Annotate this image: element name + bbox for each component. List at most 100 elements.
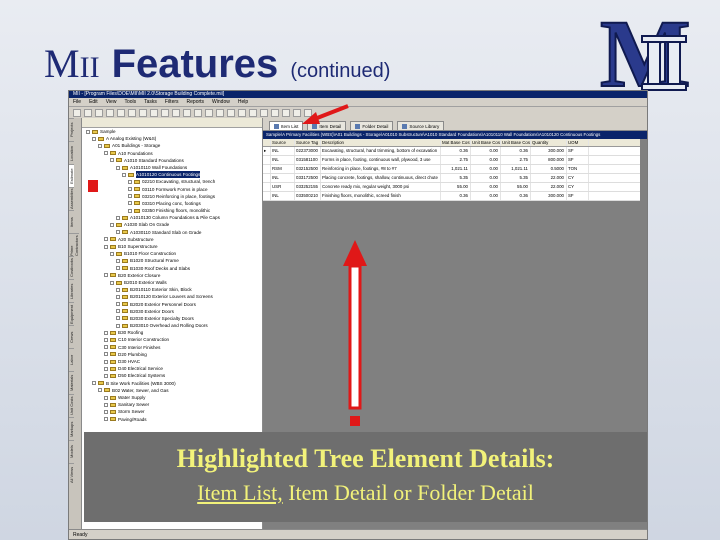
menu-file[interactable]: File: [73, 99, 81, 105]
tree-node[interactable]: Storm Sewer: [82, 408, 262, 415]
grid-column-header[interactable]: Quantity: [531, 139, 567, 146]
expand-icon[interactable]: [116, 302, 120, 307]
expand-icon[interactable]: [128, 194, 132, 199]
expand-icon[interactable]: [104, 417, 108, 422]
toolbar-button[interactable]: [73, 109, 81, 117]
tree-node[interactable]: A01 Buildings - Storage: [82, 142, 262, 149]
expand-icon[interactable]: [116, 294, 120, 299]
toolbar-button[interactable]: [260, 109, 268, 117]
tree-node[interactable]: B2010 Exterior Walls: [82, 279, 262, 286]
tree-node[interactable]: A1010130 Column Foundations & Pile Caps: [82, 214, 262, 221]
expand-icon[interactable]: [116, 215, 120, 220]
expand-icon[interactable]: [98, 143, 102, 148]
tab-folder-detail[interactable]: Folder Detail: [350, 121, 394, 130]
tree-node[interactable]: A20 Substructure: [82, 236, 262, 243]
expand-icon[interactable]: [104, 366, 108, 371]
expand-icon[interactable]: [116, 316, 120, 321]
expand-icon[interactable]: [116, 230, 120, 235]
left-tab[interactable]: Location: [69, 141, 74, 164]
tree-node[interactable]: B2010120 Exterior Louvers and Screens: [82, 293, 262, 300]
menu-tools[interactable]: Tools: [124, 99, 136, 105]
expand-icon[interactable]: [104, 352, 108, 357]
tree-node[interactable]: 03310 Placing conc, footings: [82, 200, 262, 207]
expand-icon[interactable]: [110, 158, 114, 163]
toolbar-button[interactable]: [150, 109, 158, 117]
expand-icon[interactable]: [86, 129, 90, 134]
menu-reports[interactable]: Reports: [187, 99, 205, 105]
tree-node[interactable]: B2010110 Exterior Skin, Block: [82, 286, 262, 293]
tree-node[interactable]: B1020 Structural Frame: [82, 257, 262, 264]
tree-node[interactable]: 03350 Finishing floors, monolithic: [82, 207, 262, 214]
toolbar-button[interactable]: [227, 109, 235, 117]
tree-node[interactable]: A1010110 Wall Foundations: [82, 164, 262, 171]
tab-source-library[interactable]: Source Library: [397, 121, 445, 130]
tree-node[interactable]: Paving/Roads: [82, 416, 262, 423]
expand-icon[interactable]: [104, 409, 108, 414]
tree-node[interactable]: B2030 Exterior Specialty Doors: [82, 315, 262, 322]
tree-node[interactable]: 02210 Excavating, structural, trench: [82, 178, 262, 185]
tree-node[interactable]: A1010 Standard Foundations: [82, 157, 262, 164]
expand-icon[interactable]: [128, 208, 132, 213]
tree-node[interactable]: B1030 Roof Decks and Slabs: [82, 265, 262, 272]
expand-icon[interactable]: [116, 266, 120, 271]
tree-node[interactable]: D40 Electrical Service: [82, 365, 262, 372]
expand-icon[interactable]: [116, 287, 120, 292]
toolbar-button[interactable]: [238, 109, 246, 117]
tree-node[interactable]: B203010 Overhead and Rolling Doors: [82, 322, 262, 329]
toolbar-button[interactable]: [249, 109, 257, 117]
toolbar-button[interactable]: [172, 109, 180, 117]
menu-tasks[interactable]: Tasks: [144, 99, 157, 105]
expand-icon[interactable]: [104, 395, 108, 400]
left-tab[interactable]: Estimate: [69, 164, 74, 187]
expand-icon[interactable]: [116, 165, 120, 170]
expand-icon[interactable]: [104, 345, 108, 350]
expand-icon[interactable]: [110, 280, 114, 285]
grid-column-header[interactable]: Source: [271, 139, 295, 146]
expand-icon[interactable]: [122, 172, 126, 177]
expand-icon[interactable]: [92, 136, 96, 141]
expand-icon[interactable]: [104, 338, 108, 343]
tree-node[interactable]: A Analog Existing (W&S): [82, 135, 262, 142]
table-row[interactable]: INL 031581100 Forms in place, footing, con…: [263, 156, 640, 165]
left-tab[interactable]: Labor: [69, 348, 74, 371]
tree-node[interactable]: A1010120 Continuous Footings: [82, 171, 262, 179]
toolbar-button[interactable]: [205, 109, 213, 117]
grid-column-header[interactable]: [263, 139, 271, 146]
tree-node[interactable]: C30 Interior Finishes: [82, 344, 262, 351]
left-tab[interactable]: Crews: [69, 325, 74, 348]
tree-node[interactable]: B20 Exterior Closure: [82, 272, 262, 279]
toolbar-button[interactable]: [271, 109, 279, 117]
left-tab[interactable]: Prime Contractors: [69, 233, 79, 256]
toolbar-button[interactable]: [194, 109, 202, 117]
tree-node[interactable]: B Site Work Facilities (WBS 3000): [82, 380, 262, 387]
grid-column-header[interactable]: Unit Base Cost: [471, 139, 501, 146]
expand-icon[interactable]: [104, 373, 108, 378]
expand-icon[interactable]: [116, 309, 120, 314]
left-tab[interactable]: Materials: [69, 371, 74, 394]
tree-node[interactable]: B1010 Floor Construction: [82, 250, 262, 257]
tree-node[interactable]: A1030 Slab On Grade: [82, 221, 262, 228]
expand-icon[interactable]: [110, 223, 114, 228]
expand-icon[interactable]: [104, 151, 108, 156]
tree-node[interactable]: Sample: [82, 128, 262, 135]
left-tab[interactable]: Libraries: [69, 279, 74, 302]
tree-node[interactable]: B2020 Exterior Personnel Doors: [82, 301, 262, 308]
tree-node[interactable]: D30 HVAC: [82, 358, 262, 365]
menu-view[interactable]: View: [106, 99, 117, 105]
table-row[interactable]: INL 033500210 Finishing floors, monolithic…: [263, 192, 640, 201]
menu-window[interactable]: Window: [212, 99, 230, 105]
tree-node[interactable]: B2030 Exterior Doors: [82, 308, 262, 315]
expand-icon[interactable]: [104, 237, 108, 242]
expand-icon[interactable]: [128, 179, 132, 184]
tree-node[interactable]: D20 Plumbing: [82, 351, 262, 358]
tree-node[interactable]: B30 Roofing: [82, 329, 262, 336]
toolbar-button[interactable]: [106, 109, 114, 117]
tree-node[interactable]: B10 Superstructure: [82, 243, 262, 250]
expand-icon[interactable]: [104, 244, 108, 249]
grid-column-header[interactable]: Source Tag: [295, 139, 321, 146]
left-tab[interactable]: All Views: [69, 463, 74, 486]
menu-edit[interactable]: Edit: [89, 99, 98, 105]
expand-icon[interactable]: [104, 273, 108, 278]
tree-node[interactable]: B02 Water, Sewer, and Gas: [82, 387, 262, 394]
grid-column-header[interactable]: UOM: [567, 139, 589, 146]
